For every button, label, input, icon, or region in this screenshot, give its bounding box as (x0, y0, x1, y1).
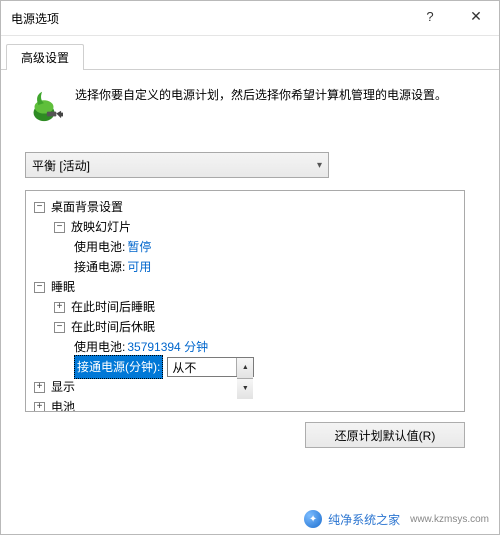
spinner-up-icon[interactable]: ▲ (237, 358, 253, 379)
tree-node-slideshow[interactable]: − 放映幻灯片 (30, 217, 460, 237)
restore-defaults-button[interactable]: 还原计划默认值(R) (305, 422, 465, 448)
tree-node-hibernate-on-battery[interactable]: 使用电池: 35791394 分钟 (30, 337, 460, 357)
node-label: 显示 (51, 377, 75, 397)
power-options-dialog: 电源选项 ? ✕ 高级设置 选择你要自定义的电源计划，然后选择你希望计算机管理的… (0, 0, 500, 535)
tree-node-hibernate-plugged-in[interactable]: 接通电源(分钟): ▲ ▼ (30, 357, 460, 377)
watermark-logo-icon: ✦ (304, 510, 322, 528)
watermark-url: www.kzmsys.com (410, 514, 489, 525)
collapse-icon[interactable]: − (34, 282, 45, 293)
node-label: 桌面背景设置 (51, 197, 123, 217)
collapse-icon[interactable]: − (54, 322, 65, 333)
tree-node-sleep[interactable]: − 睡眠 (30, 277, 460, 297)
node-label: 使用电池: (74, 337, 125, 357)
expand-icon[interactable]: + (34, 382, 45, 393)
tree-node-sleep-after[interactable]: + 在此时间后睡眠 (30, 297, 460, 317)
minutes-spinner[interactable]: ▲ ▼ (167, 357, 254, 377)
watermark: ✦ 纯净系统之家 www.kzmsys.com (304, 510, 489, 528)
node-label: 在此时间后睡眠 (71, 297, 155, 317)
tab-advanced[interactable]: 高级设置 (6, 44, 84, 70)
tree-node-desktop-background[interactable]: − 桌面背景设置 (30, 197, 460, 217)
restore-row: 还原计划默认值(R) (25, 422, 465, 448)
node-label: 使用电池: (74, 237, 125, 257)
window-controls: ? ✕ (407, 1, 499, 35)
intro-text: 选择你要自定义的电源计划，然后选择你希望计算机管理的电源设置。 (75, 86, 447, 105)
chevron-down-icon: ▾ (317, 160, 322, 171)
tab-strip: 高级设置 (1, 42, 499, 70)
power-plan-selected: 平衡 [活动] (32, 157, 90, 174)
close-button[interactable]: ✕ (453, 1, 499, 31)
minutes-input[interactable] (168, 359, 236, 375)
node-label: 在此时间后休眠 (71, 317, 155, 337)
spinner-buttons: ▲ ▼ (236, 358, 253, 376)
title-bar: 电源选项 ? ✕ (1, 1, 499, 36)
tree-node-battery[interactable]: + 电池 (30, 397, 460, 412)
tree-node-slideshow-plugged-in[interactable]: 接通电源: 可用 (30, 257, 460, 277)
node-value[interactable]: 可用 (127, 257, 151, 277)
node-value[interactable]: 暂停 (127, 237, 151, 257)
intro-row: 选择你要自定义的电源计划，然后选择你希望计算机管理的电源设置。 (25, 86, 475, 124)
node-label: 接通电源: (74, 257, 125, 277)
advanced-panel: 选择你要自定义的电源计划，然后选择你希望计算机管理的电源设置。 平衡 [活动] … (1, 70, 499, 448)
node-label: 电池 (51, 397, 75, 412)
settings-tree[interactable]: − 桌面背景设置 − 放映幻灯片 使用电池: 暂停 接通电源: 可用 − 睡眠 … (25, 190, 465, 412)
collapse-icon[interactable]: − (54, 222, 65, 233)
power-plan-icon (25, 86, 63, 124)
power-plan-dropdown[interactable]: 平衡 [活动] ▾ (25, 152, 329, 178)
tree-node-slideshow-on-battery[interactable]: 使用电池: 暂停 (30, 237, 460, 257)
collapse-icon[interactable]: − (34, 202, 45, 213)
window-title: 电源选项 (11, 10, 59, 27)
expand-icon[interactable]: + (54, 302, 65, 313)
help-button[interactable]: ? (407, 1, 453, 31)
expand-icon[interactable]: + (34, 402, 45, 413)
node-label: 睡眠 (51, 277, 75, 297)
node-label: 放映幻灯片 (71, 217, 131, 237)
tree-node-hibernate-after[interactable]: − 在此时间后休眠 (30, 317, 460, 337)
node-value[interactable]: 35791394 分钟 (127, 337, 208, 357)
watermark-brand: 纯净系统之家 (328, 511, 400, 528)
spinner-down-icon[interactable]: ▼ (237, 379, 253, 399)
node-label-selected: 接通电源(分钟): (74, 355, 163, 379)
